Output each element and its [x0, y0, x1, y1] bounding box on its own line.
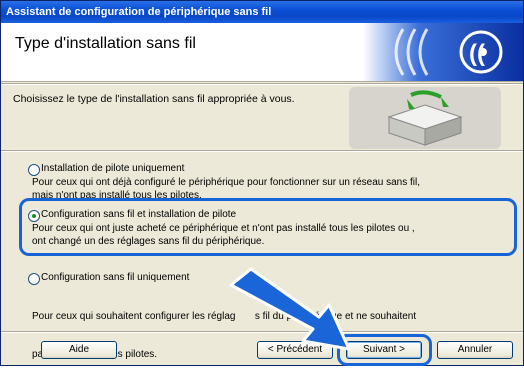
page-title: Type d'installation sans fil: [15, 35, 196, 52]
option-desc-line: Pour ceux qui ont juste acheté ce périph…: [32, 223, 415, 234]
content-separator: [1, 150, 523, 152]
option-title: Configuration sans fil uniquement: [41, 272, 190, 283]
window-title: Assistant de configuration de périphériq…: [1, 1, 523, 23]
option-desc-line: Pour ceux qui ont déjà configuré le péri…: [32, 177, 421, 188]
wizard-header: Type d'installation sans fil ((: [1, 23, 523, 82]
header-separator: [1, 83, 523, 85]
radio-wireless-only[interactable]: [28, 273, 40, 285]
wizard-window: Assistant de configuration de périphériq…: [0, 0, 524, 366]
radio-selected-dot: [32, 214, 36, 218]
option-title: Installation de pilote uniquement: [41, 163, 185, 174]
package-icon: [349, 87, 501, 149]
wireless-signal-icon: ((: [363, 23, 523, 81]
next-button[interactable]: Suivant >: [346, 341, 422, 359]
help-button[interactable]: Aide: [41, 341, 117, 359]
radio-driver-only[interactable]: [28, 164, 40, 176]
radio-wireless-and-driver[interactable]: [28, 210, 40, 222]
option-desc-block: Pour ceux qui ont juste acheté ce périph…: [32, 223, 512, 248]
instruction-text: Choisissez le type de l'installation san…: [13, 93, 295, 105]
option-desc-line: ont changé un des réglages sans fil du p…: [32, 235, 265, 247]
cancel-button[interactable]: Annuler: [437, 341, 513, 359]
option-title: Configuration sans fil et installation d…: [41, 209, 237, 220]
pointer-arrow-icon: [229, 267, 351, 351]
